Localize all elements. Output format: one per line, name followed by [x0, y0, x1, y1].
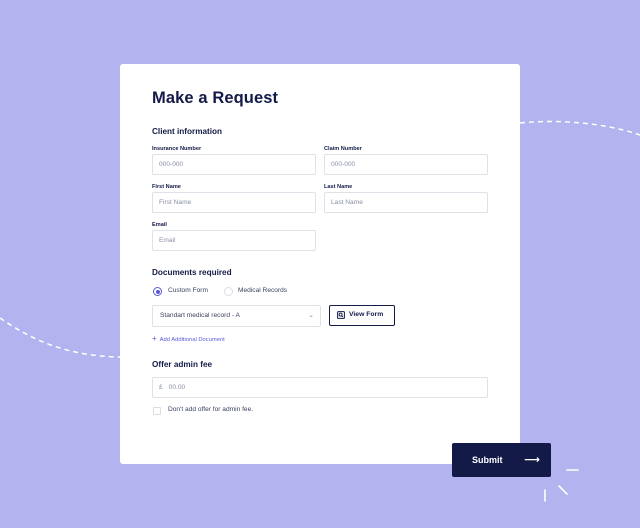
- document-type-value: Standart medical record - A: [160, 312, 240, 319]
- offer-admin-fee-heading: Offer admin fee: [152, 360, 213, 369]
- no-admin-fee-label: Don't add offer for admin fee.: [168, 406, 254, 413]
- add-document-link[interactable]: + Add Additional Document: [152, 334, 225, 343]
- admin-fee-value: 00.00: [168, 384, 186, 391]
- view-form-label: View Form: [349, 311, 384, 318]
- email-label: Email: [152, 222, 167, 228]
- submit-button[interactable]: Submit ⟶: [452, 443, 551, 477]
- submit-label: Submit: [472, 455, 503, 465]
- insurance-number-input[interactable]: [152, 154, 316, 175]
- add-document-label: Add Additional Document: [159, 337, 225, 343]
- first-name-input[interactable]: [152, 192, 316, 213]
- client-information-heading: Client information: [152, 127, 223, 136]
- arrow-right-icon: ⟶: [524, 454, 540, 466]
- last-name-input[interactable]: [324, 192, 488, 213]
- chevron-down-icon: ⌄: [308, 312, 314, 319]
- last-name-label: Last Name: [324, 184, 353, 190]
- currency-symbol: £: [159, 384, 163, 391]
- medical-records-label: Medical Records: [238, 287, 288, 294]
- email-input[interactable]: [152, 230, 316, 251]
- page-title: Make a Request: [152, 89, 279, 107]
- request-form-card: Make a Request Client information Insura…: [120, 64, 520, 464]
- no-admin-fee-checkbox[interactable]: [153, 407, 161, 415]
- insurance-number-label: Insurance Number: [152, 146, 202, 152]
- claim-number-input[interactable]: [324, 154, 488, 175]
- custom-form-label: Custom Form: [168, 287, 208, 294]
- document-type-select[interactable]: Standart medical record - A ⌄: [152, 305, 321, 327]
- admin-fee-input[interactable]: £00.00: [152, 377, 488, 398]
- medical-records-radio[interactable]: [224, 287, 233, 296]
- claim-number-label: Claim Number: [324, 146, 362, 152]
- first-name-label: First Name: [152, 184, 181, 190]
- plus-icon: +: [152, 334, 157, 343]
- document-search-icon: [337, 311, 345, 319]
- view-form-button[interactable]: View Form: [329, 305, 395, 326]
- custom-form-radio[interactable]: [153, 287, 162, 296]
- documents-required-heading: Documents required: [152, 268, 232, 277]
